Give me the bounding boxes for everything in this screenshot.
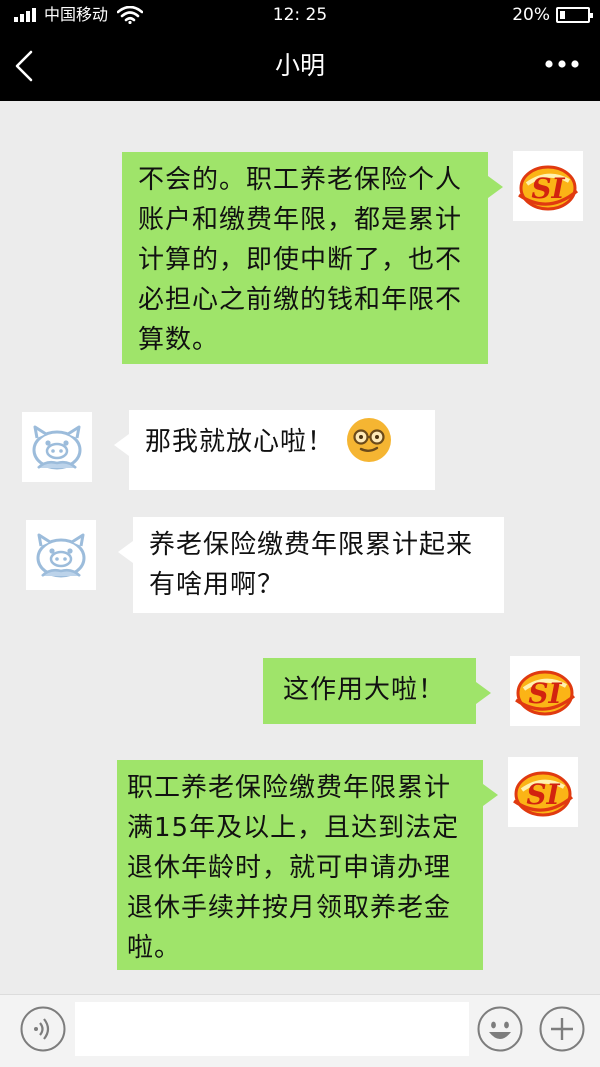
message-bubble-outgoing[interactable]: 职工养老保险缴费年限累计满15年及以上，且达到法定退休年龄时，就可申请办理退休手… bbox=[117, 760, 498, 970]
input-bar bbox=[0, 994, 600, 1067]
message-bubble-incoming[interactable]: 那我就放心啦！ bbox=[114, 410, 435, 490]
sender-avatar-si-logo[interactable] bbox=[513, 151, 583, 221]
plus-icon[interactable] bbox=[539, 1006, 585, 1052]
status-right: 20% bbox=[512, 0, 593, 30]
message-bubble-incoming[interactable]: 养老保险缴费年限累计起来有啥用啊？ bbox=[118, 517, 504, 613]
message-bubble-outgoing[interactable]: 不会的。职工养老保险个人账户和缴费年限，都是累计计算的，即使中断了，也不必担心之… bbox=[122, 152, 503, 364]
battery-percent: 20% bbox=[512, 5, 550, 25]
nav-bar: 小明 bbox=[0, 30, 600, 101]
top-bar: 中国移动 12: 25 20% 小明 bbox=[0, 0, 600, 101]
clock: 12: 25 bbox=[272, 5, 328, 25]
more-dots-icon[interactable] bbox=[544, 56, 580, 72]
message-text: 这作用大啦！ bbox=[283, 675, 446, 705]
battery-icon bbox=[556, 7, 593, 23]
contact-avatar-pig[interactable] bbox=[22, 412, 92, 482]
message-input[interactable] bbox=[75, 1002, 469, 1056]
message-text: 养老保险缴费年限累计起来有啥用啊？ bbox=[149, 530, 474, 600]
message-text: 职工养老保险缴费年限累计满15年及以上，且达到法定退休年龄时，就可申请办理退休手… bbox=[127, 773, 460, 963]
sender-avatar-si-logo[interactable] bbox=[508, 757, 578, 827]
sender-avatar-si-logo[interactable] bbox=[510, 656, 580, 726]
message-text: 不会的。职工养老保险个人账户和缴费年限，都是累计计算的，即使中断了，也不必担心之… bbox=[138, 165, 463, 355]
message-text: 那我就放心啦！ bbox=[145, 427, 335, 457]
contact-avatar-pig[interactable] bbox=[26, 520, 96, 590]
nerd-face-emoji bbox=[347, 417, 392, 462]
chat-title: 小明 bbox=[274, 51, 325, 80]
emoji-icon[interactable] bbox=[477, 1006, 523, 1052]
message-bubble-outgoing[interactable]: 这作用大啦！ bbox=[263, 658, 491, 724]
voice-icon[interactable] bbox=[20, 1006, 66, 1052]
